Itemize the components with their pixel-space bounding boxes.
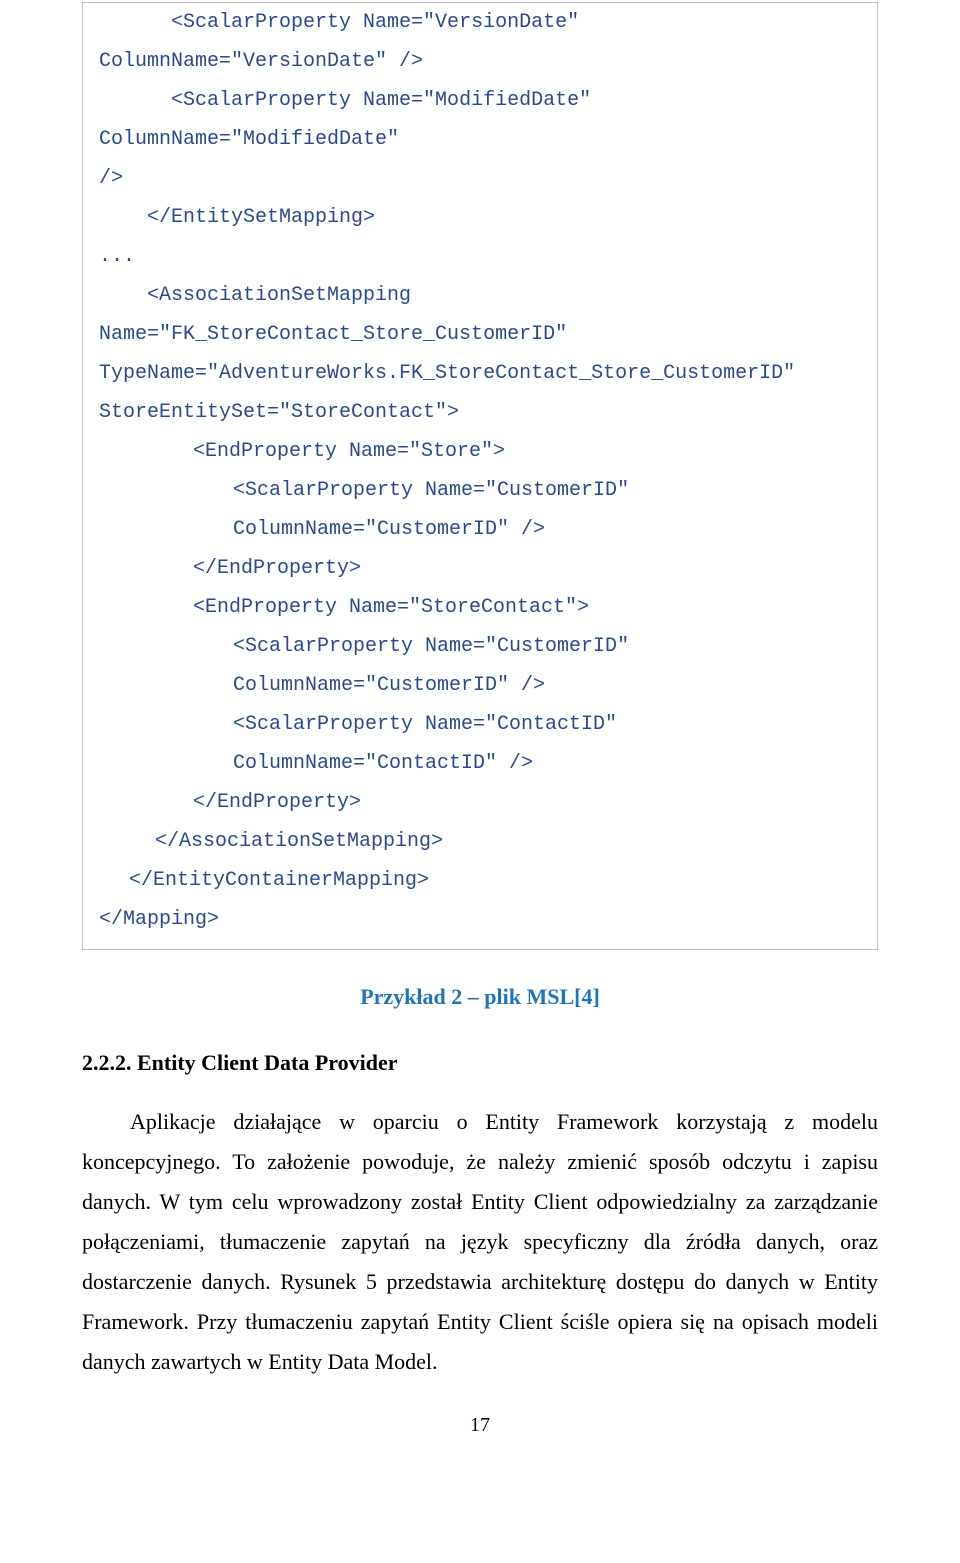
xml-line: </EndProperty> (99, 549, 861, 588)
xml-code-block: <ScalarProperty Name="VersionDate" Colum… (82, 2, 878, 950)
xml-line: ... (99, 237, 861, 276)
page-number: 17 (82, 1414, 878, 1465)
xml-line: </EntitySetMapping> (99, 198, 861, 237)
xml-line: <EndProperty Name="Store"> (99, 432, 861, 471)
xml-line: <ScalarProperty Name="VersionDate" Colum… (99, 3, 861, 81)
section-heading: 2.2.2. Entity Client Data Provider (82, 1050, 878, 1076)
body-paragraph: Aplikacje działające w oparciu o Entity … (82, 1102, 878, 1382)
xml-line: </EndProperty> (99, 783, 861, 822)
xml-line: <EndProperty Name="StoreContact"> (99, 588, 861, 627)
xml-line: <ScalarProperty Name="CustomerID" Column… (99, 471, 861, 549)
page-container: <ScalarProperty Name="VersionDate" Colum… (0, 2, 960, 1465)
xml-line: <AssociationSetMapping Name="FK_StoreCon… (99, 276, 861, 354)
xml-line: <ScalarProperty Name="CustomerID" Column… (99, 627, 861, 705)
figure-caption: Przykład 2 – plik MSL[4] (82, 984, 878, 1010)
xml-line: </Mapping> (99, 900, 861, 939)
xml-line: StoreEntitySet="StoreContact"> (99, 393, 861, 432)
xml-line: <ScalarProperty Name="ContactID" ColumnN… (99, 705, 861, 783)
xml-line: /> (99, 159, 861, 198)
xml-line: TypeName="AdventureWorks.FK_StoreContact… (99, 354, 861, 393)
xml-line: </EntityContainerMapping> (99, 861, 861, 900)
xml-line: <ScalarProperty Name="ModifiedDate" Colu… (99, 81, 861, 159)
xml-line: </AssociationSetMapping> (99, 822, 861, 861)
